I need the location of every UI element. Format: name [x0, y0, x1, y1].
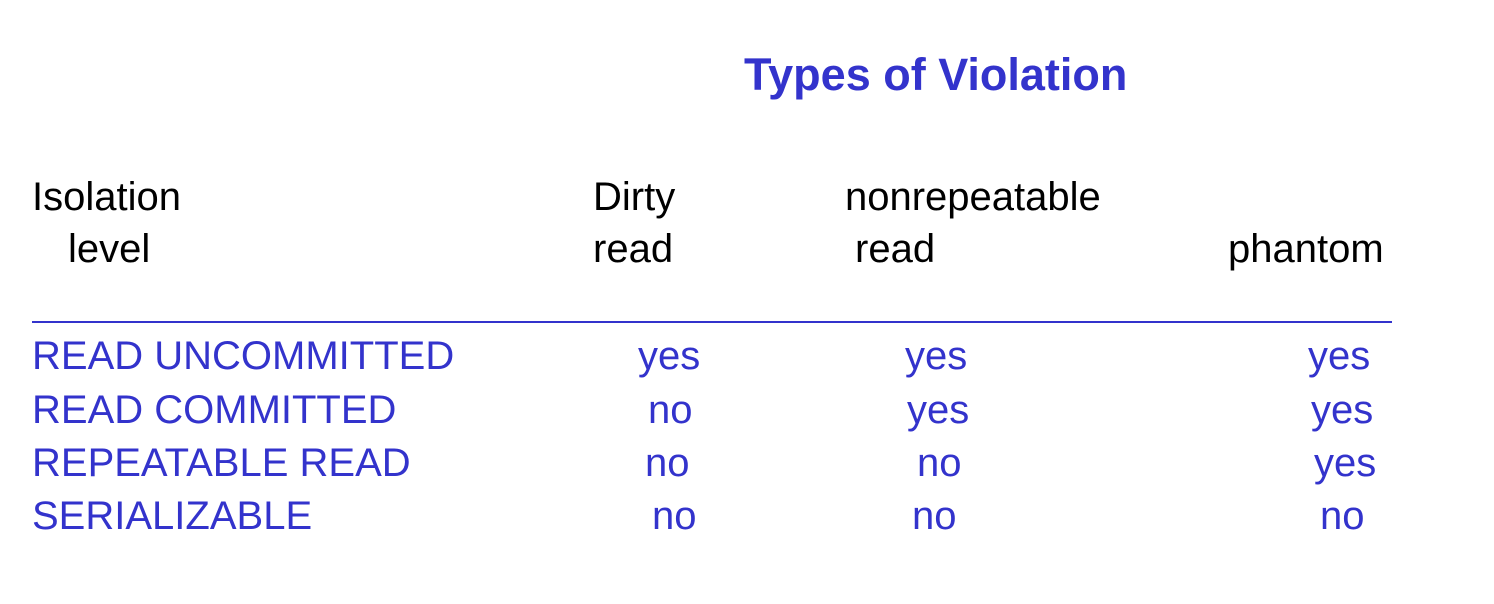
row-repeatable-read-phantom: yes: [1314, 441, 1377, 485]
row-level-serializable: SERIALIZABLE: [32, 494, 313, 538]
header-isolation-level-line2: level: [68, 227, 151, 271]
header-dirty-read-line1: Dirty: [593, 175, 676, 219]
row-read-committed-dirty: no: [648, 388, 693, 432]
header-phantom: phantom: [1228, 227, 1384, 271]
row-level-read-committed: READ COMMITTED: [32, 388, 397, 432]
row-repeatable-read-nonrepeatable: no: [917, 441, 962, 485]
row-read-committed-nonrepeatable: yes: [907, 388, 970, 432]
header-divider: [32, 321, 1392, 323]
row-serializable-phantom: no: [1320, 494, 1365, 538]
row-repeatable-read-dirty: no: [645, 441, 690, 485]
row-read-uncommitted-dirty: yes: [638, 334, 701, 378]
table-title: Types of Violation: [744, 49, 1128, 100]
header-nonrepeatable-read-line2: read: [855, 227, 936, 271]
row-serializable-dirty: no: [652, 494, 697, 538]
row-read-committed-phantom: yes: [1311, 388, 1374, 432]
row-read-uncommitted-nonrepeatable: yes: [905, 334, 968, 378]
row-read-uncommitted-phantom: yes: [1308, 334, 1371, 378]
header-dirty-read-line2: read: [593, 227, 674, 271]
row-level-repeatable-read: REPEATABLE READ: [32, 441, 411, 485]
row-level-read-uncommitted: READ UNCOMMITTED: [32, 334, 455, 378]
header-isolation-level-line1: Isolation: [32, 175, 181, 219]
row-serializable-nonrepeatable: no: [912, 494, 957, 538]
header-nonrepeatable-read-line1: nonrepeatable: [845, 175, 1101, 219]
